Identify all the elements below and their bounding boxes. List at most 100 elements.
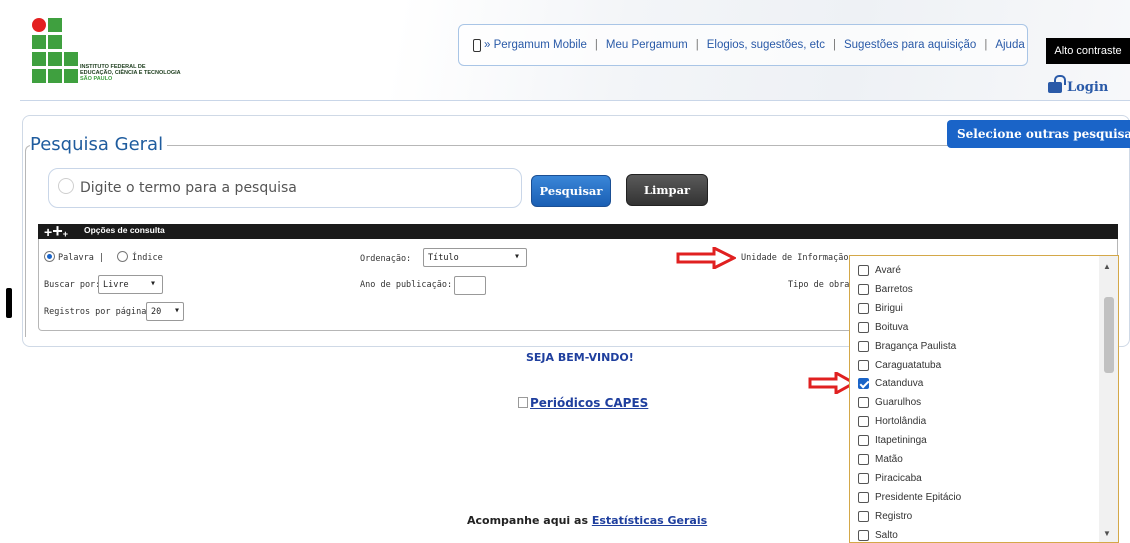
ano-publicacao-label: Ano de publicação:: [360, 280, 453, 290]
unidade-option[interactable]: Avaré: [858, 261, 901, 279]
broken-image-icon: [518, 397, 528, 408]
unidade-option[interactable]: Matão: [858, 450, 903, 468]
unidade-option[interactable]: Presidente Epitácio: [858, 488, 961, 506]
unidade-option-label: Piracicaba: [875, 472, 922, 484]
unidade-option-label: Guarulhos: [875, 396, 922, 408]
login-label: Login: [1067, 79, 1109, 95]
checkbox[interactable]: [858, 510, 869, 522]
checkbox[interactable]: [858, 302, 869, 314]
limpar-button[interactable]: Limpar: [626, 174, 708, 206]
checkbox[interactable]: [858, 283, 869, 295]
unidade-label: Unidade de Informação:: [741, 253, 854, 263]
nav-ajuda[interactable]: Ajuda: [995, 39, 1024, 51]
pesquisar-button[interactable]: Pesquisar: [531, 175, 611, 207]
nav-separator: |: [832, 39, 836, 51]
login-link[interactable]: Login: [1048, 74, 1109, 98]
opcoes-consulta-label: Opções de consulta: [84, 225, 165, 235]
logo-square: [48, 35, 62, 49]
checkbox[interactable]: [858, 434, 869, 446]
unidade-option[interactable]: Hortolândia: [858, 412, 926, 430]
unidade-option[interactable]: Bragança Paulista: [858, 337, 956, 355]
checkbox[interactable]: [858, 359, 869, 371]
unidade-option[interactable]: Piracicaba: [858, 469, 922, 487]
checkbox[interactable]: [858, 529, 869, 541]
nav-sugestoes-aquisicao[interactable]: Sugestões para aquisição: [844, 39, 976, 51]
search-input[interactable]: [80, 178, 510, 198]
unidade-option-label: Birigui: [875, 302, 903, 314]
unidade-option[interactable]: Boituva: [858, 318, 908, 336]
page-title: Pesquisa Geral: [30, 134, 168, 155]
search-icon: [58, 178, 74, 194]
buscar-por-value: Livre: [103, 279, 129, 290]
side-tab[interactable]: [6, 288, 12, 318]
ordenacao-value: Título: [428, 252, 459, 263]
unidade-option-label: Caraguatatuba: [875, 359, 942, 371]
radio-palavra-label: Palavra |: [58, 253, 105, 263]
logo-square: [32, 69, 46, 83]
tipo-obra-label: Tipo de obra:: [788, 280, 855, 290]
radio-indice-label: Índice: [132, 253, 163, 263]
unidade-option[interactable]: Catanduva: [858, 374, 923, 392]
buscar-por-label: Buscar por:: [44, 280, 101, 290]
chevron-down-icon: ▾: [149, 278, 156, 289]
lock-icon: [1048, 74, 1066, 93]
unidade-option[interactable]: Barretos: [858, 280, 913, 298]
unidade-option[interactable]: Birigui: [858, 299, 903, 317]
ano-publicacao-input[interactable]: [454, 276, 486, 295]
outras-pesquisas-button[interactable]: Selecione outras pesquisas ⌄: [947, 120, 1130, 148]
estatisticas-gerais-link[interactable]: Estatísticas Gerais: [592, 514, 707, 527]
unidade-option-label: Catanduva: [875, 377, 924, 389]
logo-square: [48, 18, 62, 32]
nav-pergamum-mobile[interactable]: » Pergamum Mobile: [484, 39, 587, 51]
phone-icon: [473, 38, 481, 52]
unidade-option[interactable]: Caraguatatuba: [858, 356, 941, 374]
periodicos-capes-link[interactable]: Periódicos CAPES: [518, 396, 648, 410]
top-navigation: » Pergamum Mobile | Meu Pergamum | Elogi…: [458, 24, 1028, 66]
checkbox[interactable]: [858, 453, 869, 465]
radio-indice[interactable]: [117, 251, 128, 262]
unidade-option[interactable]: Itapetininga: [858, 431, 927, 449]
unidade-option-label: Boituva: [875, 321, 909, 333]
logo-square: [32, 35, 46, 49]
checkbox[interactable]: [858, 321, 869, 333]
welcome-text: SEJA BEM-VINDO!: [526, 351, 634, 364]
unidade-option[interactable]: Guarulhos: [858, 393, 921, 411]
radio-palavra[interactable]: [44, 251, 55, 262]
dropdown-scrollbar-thumb[interactable]: [1104, 297, 1114, 373]
registros-select[interactable]: 20 ▾: [146, 302, 184, 321]
logo-square: [48, 52, 62, 66]
checkbox[interactable]: [858, 472, 869, 484]
unidade-option-label: Avaré: [875, 264, 901, 276]
unidade-option[interactable]: Salto: [858, 526, 898, 543]
nav-elogios[interactable]: Elogios, sugestões, etc: [707, 39, 825, 51]
unidade-option[interactable]: Registro: [858, 507, 912, 525]
logo-square: [64, 69, 78, 83]
ifsp-logo[interactable]: INSTITUTO FEDERAL DE EDUCAÇÃO, CIÊNCIA E…: [32, 18, 232, 90]
unidade-option-label: Itapetininga: [875, 434, 927, 446]
checkbox[interactable]: [858, 415, 869, 427]
ordenacao-label: Ordenação:: [360, 254, 412, 264]
alto-contraste-button[interactable]: Alto contraste: [1046, 38, 1130, 64]
logo-square: [64, 52, 78, 66]
logo-square: [32, 52, 46, 66]
header-divider: [20, 100, 1130, 101]
registros-value: 20: [151, 306, 162, 317]
unidade-option-label: Registro: [875, 510, 913, 522]
outras-pesquisas-label: Selecione outras pesquisas: [957, 127, 1130, 141]
ordenacao-select[interactable]: Título ▾: [423, 248, 527, 267]
scroll-down-icon[interactable]: ▼: [1103, 529, 1111, 538]
unidade-option-label: Bragança Paulista: [875, 340, 957, 352]
acompanhe-label: Acompanhe aqui as: [467, 514, 588, 527]
checkbox-checked[interactable]: [858, 377, 869, 389]
buscar-por-select[interactable]: Livre ▾: [98, 275, 163, 294]
logo-red-circle: [32, 18, 46, 32]
opcoes-consulta-bar[interactable]: +++ Opções de consulta: [38, 222, 1118, 240]
nav-separator: |: [594, 39, 598, 51]
checkbox[interactable]: [858, 264, 869, 276]
logo-text: INSTITUTO FEDERAL DE EDUCAÇÃO, CIÊNCIA E…: [80, 64, 181, 83]
checkbox[interactable]: [858, 491, 869, 503]
scroll-up-icon[interactable]: ▲: [1103, 262, 1111, 271]
checkbox[interactable]: [858, 396, 869, 408]
nav-meu-pergamum[interactable]: Meu Pergamum: [606, 39, 688, 51]
checkbox[interactable]: [858, 340, 869, 352]
